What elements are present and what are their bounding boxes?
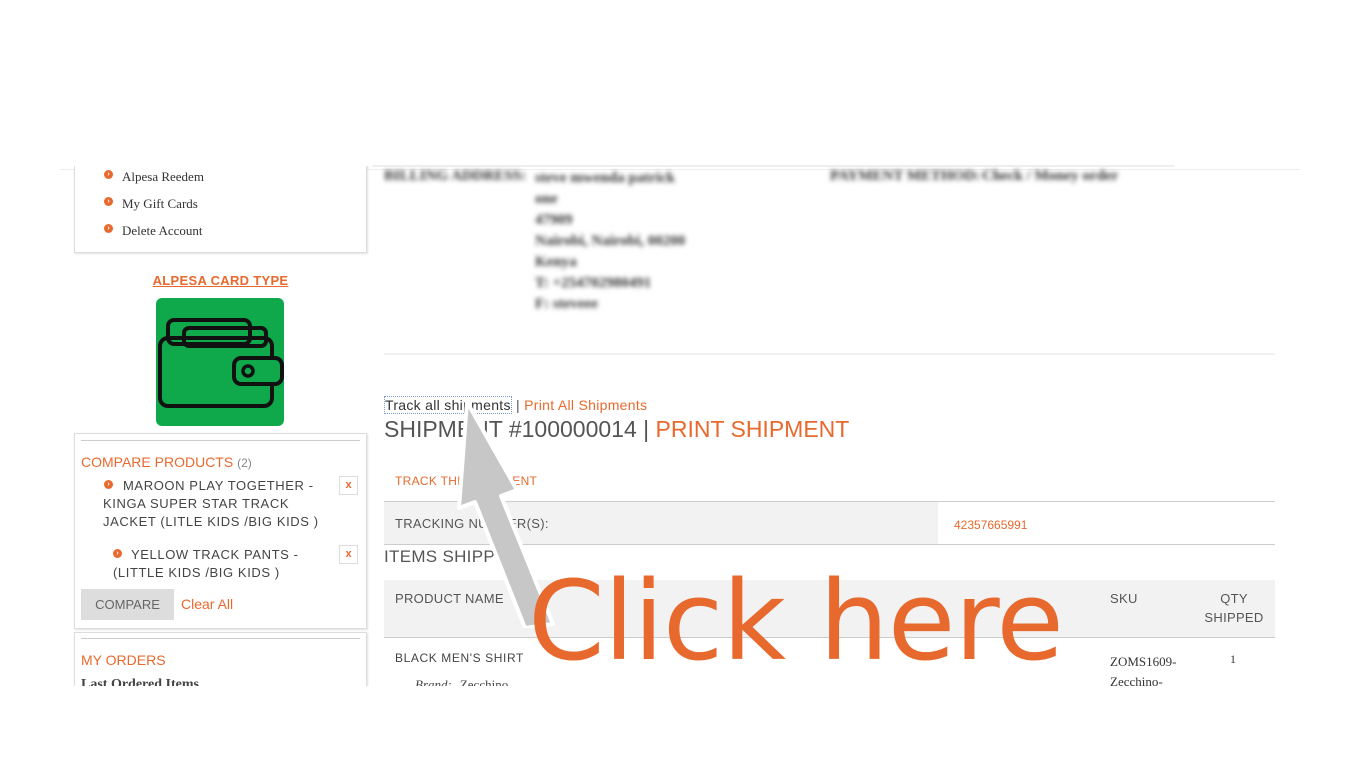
compare-item-name[interactable]: MAROON PLAY TOGETHER - KINGA SUPER STAR …	[103, 477, 333, 531]
compare-item-name[interactable]: YELLOW TRACK PANTS - (LITTLE KIDS /BIG K…	[113, 546, 328, 582]
remove-compare-item-button[interactable]: x	[339, 476, 358, 495]
billing-address-label: BILLING ADDRESS:	[384, 168, 527, 184]
bullet-icon: ›	[104, 170, 113, 179]
compare-title-text: COMPARE PRODUCTS	[81, 454, 234, 470]
my-orders-block: MY ORDERS Last Ordered Items	[74, 632, 367, 686]
address-line: steve mwenda patrick	[535, 170, 675, 186]
section-divider	[384, 353, 1275, 355]
brand-value: Zecchino	[459, 677, 509, 686]
shipment-title: SHIPMENT #100000014 | PRINT SHIPMENT	[384, 416, 849, 443]
menu-item-gift-cards[interactable]: My Gift Cards	[122, 196, 198, 212]
print-shipment-link[interactable]: PRINT SHIPMENT	[656, 416, 850, 442]
address-line: Nairobi, Nairobi, 00200	[535, 233, 686, 249]
click-here-annotation: Click here	[528, 557, 1064, 685]
address-line: Kenya	[535, 254, 577, 270]
compare-products-title: COMPARE PRODUCTS (2)	[81, 454, 252, 470]
brand-label: Brand:	[415, 677, 452, 686]
column-header-qty: QTY SHIPPED	[1202, 589, 1266, 627]
menu-item-delete-account[interactable]: Delete Account	[122, 223, 203, 239]
clear-all-link[interactable]: Clear All	[181, 596, 233, 612]
product-name: BLACK MEN'S SHIRT	[395, 651, 524, 665]
payment-method-value: Check / Money order	[982, 168, 1119, 184]
payment-method-label: PAYMENT METHOD:	[830, 168, 981, 184]
sku-line: Zecchino-	[1110, 674, 1163, 686]
address-line: F: steveee	[535, 296, 598, 312]
wallet-icon[interactable]	[156, 298, 284, 426]
content-top-divider	[372, 165, 1174, 167]
compare-count: (2)	[237, 456, 252, 470]
divider	[81, 440, 360, 441]
address-line: one	[535, 191, 558, 207]
last-ordered-items-title: Last Ordered Items	[81, 677, 199, 686]
sku-line: ZOMS1609-	[1110, 654, 1177, 669]
product-brand: Brand: Zecchino	[415, 677, 508, 686]
compare-button[interactable]: COMPARE	[81, 589, 174, 620]
bullet-icon: ›	[104, 224, 113, 233]
my-orders-title[interactable]: MY ORDERS	[81, 652, 166, 668]
menu-item-alpesa-reedem[interactable]: Alpesa Reedem	[122, 169, 204, 185]
qty-header-line: SHIPPED	[1204, 610, 1264, 625]
address-line: 47909	[535, 212, 573, 228]
remove-compare-item-button[interactable]: x	[339, 545, 358, 564]
tracking-number-link[interactable]: 42357665991	[954, 518, 1027, 532]
bullet-icon: ›	[104, 197, 113, 206]
address-line: T: +254702980491	[535, 275, 652, 291]
billing-address-lines: steve mwenda patrick one 47909 Nairobi, …	[535, 168, 685, 315]
account-menu: › Alpesa Reedem › My Gift Cards › Delete…	[74, 166, 367, 253]
column-header-sku: SKU	[1110, 591, 1138, 606]
compare-products-block: COMPARE PRODUCTS (2) › MAROON PLAY TOGET…	[74, 433, 367, 629]
divider	[81, 638, 360, 639]
product-qty-shipped: 1	[1230, 652, 1236, 666]
product-sku: ZOMS1609- Zecchino-	[1110, 652, 1176, 686]
title-separator: |	[643, 416, 650, 442]
alpesa-card-type-link[interactable]: ALPESA CARD TYPE	[74, 273, 367, 288]
qty-header-line: QTY	[1220, 591, 1248, 606]
